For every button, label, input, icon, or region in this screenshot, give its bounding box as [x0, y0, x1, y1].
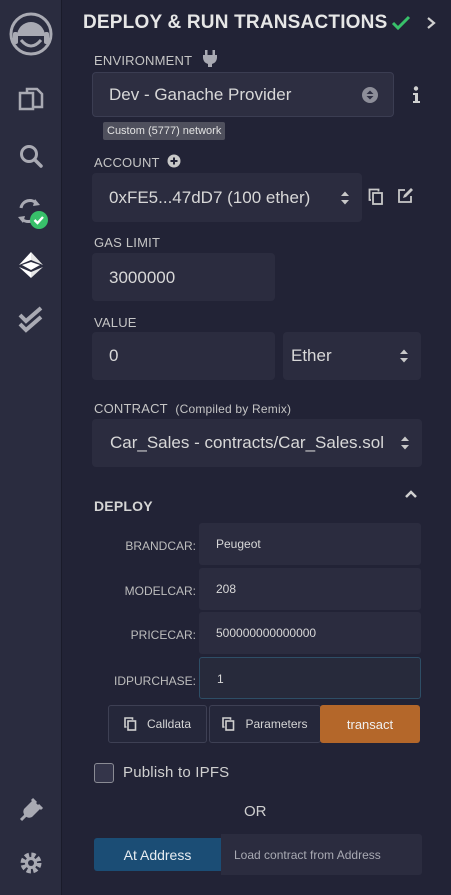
param-input-pricecar[interactable]: 500000000000000	[199, 612, 421, 654]
edit-icon[interactable]	[397, 188, 414, 204]
chevron-up-icon[interactable]	[404, 489, 418, 499]
at-address-placeholder: Load contract from Address	[234, 848, 381, 862]
value-amount: 0	[109, 346, 119, 365]
param-value-pricecar: 500000000000000	[216, 626, 317, 640]
deploy-run-icon[interactable]	[0, 250, 62, 280]
icon-sidebar	[0, 0, 62, 895]
param-input-idpurchase[interactable]: 1	[199, 657, 421, 699]
network-badge: Custom (5777) network	[103, 122, 226, 140]
at-address-input[interactable]: Load contract from Address	[221, 834, 422, 875]
contract-sublabel: (Compiled by Remix)	[175, 402, 292, 416]
add-account-icon[interactable]	[167, 154, 181, 168]
environment-value: Dev - Ganache Provider	[109, 85, 292, 104]
param-input-brandcar[interactable]: Peugeot	[199, 523, 421, 565]
success-check-icon	[391, 15, 411, 31]
gas-limit-value: 3000000	[109, 268, 176, 287]
remix-logo-icon[interactable]	[0, 10, 62, 58]
param-input-modelcar[interactable]: 208	[199, 568, 421, 610]
file-explorer-icon[interactable]	[0, 86, 62, 114]
param-label-pricecar: PRICECAR:	[130, 628, 196, 642]
transact-button[interactable]: transact	[320, 705, 420, 743]
contract-label-text: CONTRACT	[94, 401, 168, 416]
parameters-label: Parameters	[245, 717, 308, 731]
deploy-title: DEPLOY	[94, 498, 153, 514]
info-icon[interactable]	[412, 86, 420, 104]
environment-label: ENVIRONMENT	[94, 53, 193, 68]
account-value: 0xFE5...47dD7 (100 ether)	[109, 188, 311, 207]
settings-icon[interactable]	[0, 849, 62, 877]
param-label-modelcar: MODELCAR:	[124, 584, 196, 598]
chevron-right-icon[interactable]	[425, 16, 437, 30]
param-value-brandcar: Peugeot	[216, 537, 261, 551]
select-arrows-icon	[362, 87, 378, 103]
contract-label: CONTRACT (Compiled by Remix)	[94, 401, 291, 416]
copy-icon	[124, 717, 137, 731]
environment-select[interactable]: Dev - Ganache Provider	[92, 72, 394, 117]
select-arrows-icon	[400, 349, 408, 363]
contract-select[interactable]: Car_Sales - contracts/Car_Sales.sol	[92, 419, 422, 467]
param-value-modelcar: 208	[216, 582, 237, 596]
testing-icon[interactable]	[0, 305, 62, 335]
publish-ipfs-label: Publish to IPFS	[123, 764, 230, 781]
select-arrows-icon	[341, 191, 349, 205]
contract-value: Car_Sales - contracts/Car_Sales.sol	[110, 433, 385, 452]
plugin-manager-icon[interactable]	[0, 795, 62, 825]
gas-limit-input[interactable]: 3000000	[92, 253, 275, 301]
or-separator: OR	[244, 803, 267, 820]
deploy-run-panel: DEPLOY & RUN TRANSACTIONS ENVIRONMENT De…	[63, 0, 451, 895]
select-arrows-icon	[401, 436, 409, 450]
parameters-button[interactable]: Parameters	[209, 705, 321, 743]
param-value-idpurchase: 1	[217, 672, 224, 686]
account-label: ACCOUNT	[94, 155, 160, 170]
panel-title: DEPLOY & RUN TRANSACTIONS	[83, 12, 388, 33]
value-unit-select[interactable]: Ether	[283, 332, 421, 380]
solidity-compiler-icon[interactable]	[0, 194, 62, 230]
at-address-button[interactable]: At Address	[94, 838, 221, 871]
calldata-button[interactable]: Calldata	[108, 705, 207, 743]
copy-icon	[222, 717, 235, 731]
value-input[interactable]: 0	[92, 332, 275, 380]
search-icon[interactable]	[0, 142, 62, 170]
param-label-idpurchase: IDPURCHASE:	[113, 674, 196, 688]
param-label-brandcar: BRANDCAR:	[125, 539, 196, 553]
calldata-label: Calldata	[146, 717, 192, 731]
value-unit: Ether	[291, 346, 332, 365]
gas-limit-label: GAS LIMIT	[94, 235, 161, 250]
plug-icon	[203, 50, 217, 67]
value-label: VALUE	[94, 315, 137, 330]
copy-icon[interactable]	[368, 188, 384, 205]
account-select[interactable]: 0xFE5...47dD7 (100 ether)	[92, 173, 362, 222]
publish-ipfs-checkbox[interactable]	[94, 763, 114, 783]
